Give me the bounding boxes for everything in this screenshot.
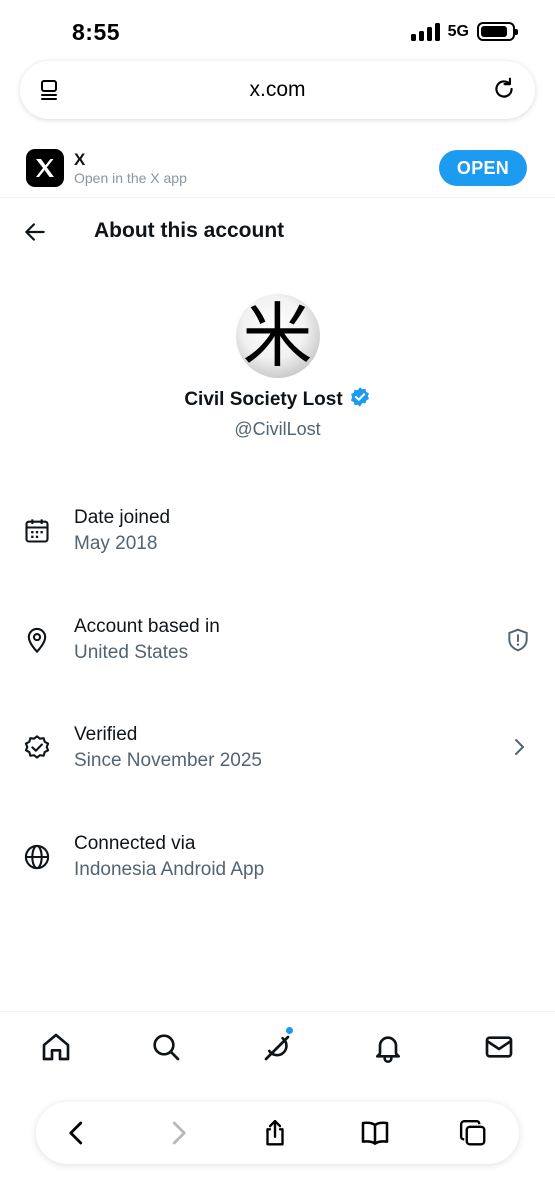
back-arrow-icon[interactable] [22, 219, 48, 250]
notification-dot [285, 1026, 294, 1035]
verified-badge-icon [349, 386, 371, 413]
globe-icon [23, 843, 51, 876]
app-name: X [74, 150, 86, 169]
info-label: Verified [74, 724, 138, 745]
tabs-icon[interactable] [456, 1116, 490, 1150]
info-verified[interactable]: Verified Since November 2025 [0, 724, 555, 784]
network-label: 5G [447, 22, 469, 40]
status-indicators: 5G [410, 22, 518, 41]
bottom-navigation [0, 1011, 555, 1083]
info-value: May 2018 [74, 533, 158, 554]
display-name: Civil Society Lost [184, 388, 343, 410]
battery-icon [477, 22, 518, 41]
handle: @CivilLost [234, 419, 321, 439]
x-app-icon[interactable] [26, 149, 64, 187]
share-icon[interactable] [258, 1116, 292, 1150]
bell-icon[interactable] [371, 1030, 405, 1064]
info-connected-via: Connected via Indonesia Android App [0, 833, 555, 893]
avatar-glyph: 米 [242, 295, 313, 377]
profile-summary: 米 Civil Society Lost @CivilLost [0, 294, 555, 440]
status-time: 8:55 [72, 19, 121, 45]
calendar-icon [23, 517, 51, 550]
display-name-row: Civil Society Lost [0, 386, 555, 413]
location-pin-icon [23, 626, 51, 659]
browser-toolbar [36, 1102, 519, 1164]
bookmarks-icon[interactable] [358, 1116, 392, 1150]
page-title: About this account [94, 219, 285, 242]
info-date-joined: Date joined May 2018 [0, 507, 555, 567]
info-value: Indonesia Android App [74, 859, 265, 880]
forward-icon [161, 1116, 195, 1150]
page-menu-icon[interactable] [38, 78, 62, 107]
battery-level [481, 26, 507, 37]
smart-app-banner: X Open in the X app OPEN [0, 140, 555, 198]
info-label: Account based in [74, 616, 220, 637]
page-header: About this account [0, 202, 555, 262]
open-app-button[interactable]: OPEN [439, 150, 527, 186]
avatar[interactable]: 米 [235, 294, 320, 378]
address-bar[interactable]: x.com [20, 61, 535, 119]
verified-badge-icon [23, 734, 51, 767]
info-value: Since November 2025 [74, 750, 262, 771]
signal-icon [410, 22, 440, 41]
app-subtitle: Open in the X app [74, 170, 187, 186]
info-label: Date joined [74, 507, 171, 528]
mail-icon[interactable] [482, 1030, 516, 1064]
grok-icon[interactable] [261, 1026, 295, 1064]
url-text[interactable]: x.com [249, 78, 305, 102]
info-account-based-in: Account based in United States [0, 616, 555, 676]
home-icon[interactable] [39, 1030, 73, 1064]
info-label: Connected via [74, 833, 196, 854]
status-bar: 8:55 5G [0, 0, 555, 62]
shield-alert-icon[interactable] [505, 627, 531, 658]
reload-icon[interactable] [491, 76, 517, 107]
search-icon[interactable] [149, 1030, 183, 1064]
info-value: United States [74, 642, 189, 663]
chevron-right-icon[interactable] [507, 735, 531, 764]
back-icon[interactable] [60, 1116, 94, 1150]
